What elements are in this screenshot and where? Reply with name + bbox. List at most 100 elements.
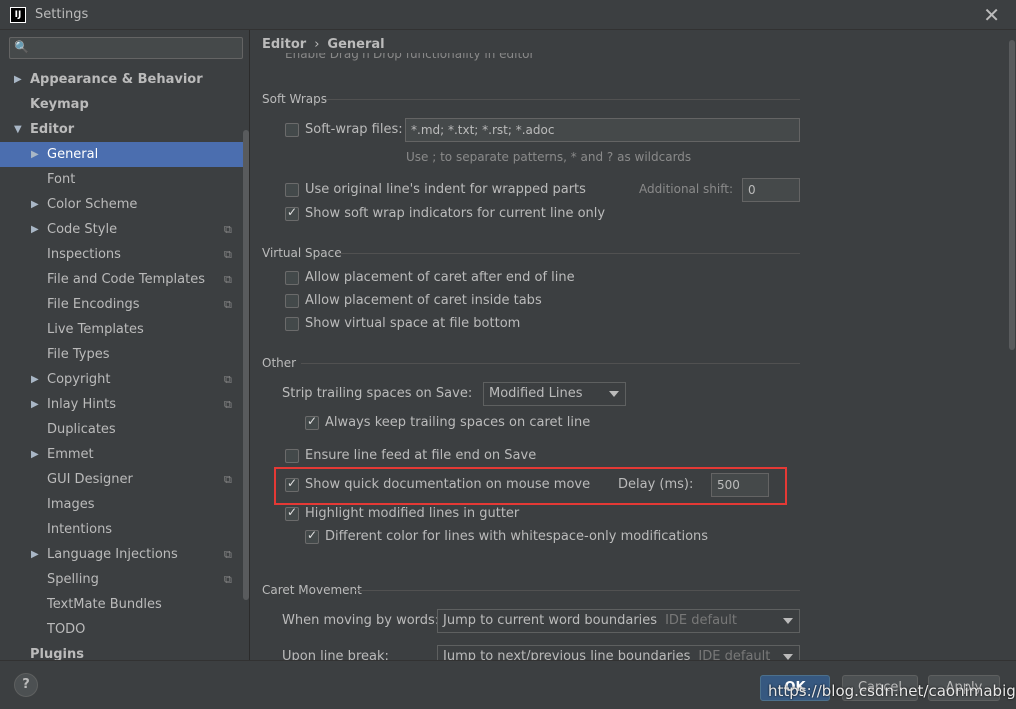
show-indicators-label: Show soft wrap indicators for current li… xyxy=(305,206,606,221)
sidebar-item-file-encodings[interactable]: File Encodings ⧉ xyxy=(0,292,249,317)
sidebar-item-inspections[interactable]: Inspections ⧉ xyxy=(0,242,249,267)
chevron-right-icon[interactable]: ▶ xyxy=(31,542,39,567)
sidebar-item-label: File and Code Templates xyxy=(47,272,205,287)
sidebar-item-images[interactable]: Images xyxy=(0,492,249,517)
chevron-right-icon[interactable]: ▶ xyxy=(31,392,39,417)
sidebar-item-keymap[interactable]: Keymap xyxy=(0,92,249,117)
line-feed-label: Ensure line feed at file end on Save xyxy=(305,448,537,463)
line-break-hint: IDE default xyxy=(698,649,771,660)
sidebar-item-copyright[interactable]: ▶ Copyright ⧉ xyxy=(0,367,249,392)
strip-trailing-label: Strip trailing spaces on Save: xyxy=(282,386,473,401)
delay-label: Delay (ms): xyxy=(618,477,694,492)
sidebar-item-label: GUI Designer xyxy=(47,472,133,487)
help-button[interactable]: ? xyxy=(14,673,38,697)
sidebar-item-label: Duplicates xyxy=(47,422,116,437)
sidebar-item-file-types[interactable]: File Types xyxy=(0,342,249,367)
sidebar-item-code-style[interactable]: ▶ Code Style ⧉ xyxy=(0,217,249,242)
soft-wrap-files-checkbox[interactable] xyxy=(285,123,299,137)
sidebar-item-label: Font xyxy=(47,172,76,187)
virtual-space-bottom-label: Show virtual space at file bottom xyxy=(305,316,521,331)
delay-input[interactable]: 500 xyxy=(711,473,769,497)
sidebar-item-general[interactable]: ▶ General xyxy=(0,142,249,167)
content-scrollbar[interactable] xyxy=(1009,40,1015,350)
sidebar-item-spelling[interactable]: Spelling ⧉ xyxy=(0,567,249,592)
sidebar-item-label: General xyxy=(47,147,99,162)
section-title-caret-movement: Caret Movement xyxy=(262,583,362,597)
soft-wrap-files-input[interactable]: *.md; *.txt; *.rst; *.adoc xyxy=(405,118,800,142)
sidebar-item-emmet[interactable]: ▶ Emmet xyxy=(0,442,249,467)
sidebar-item-gui-designer[interactable]: GUI Designer ⧉ xyxy=(0,467,249,492)
settings-content: Editor › General Enable Drag'n'Drop functi… xyxy=(251,30,1016,660)
sidebar-item-intentions[interactable]: Intentions xyxy=(0,517,249,542)
sidebar-item-language-injections[interactable]: ▶ Language Injections ⧉ xyxy=(0,542,249,567)
sidebar-item-textmate-bundles[interactable]: TextMate Bundles xyxy=(0,592,249,617)
moving-words-dropdown[interactable]: Jump to current word boundaries IDE defau… xyxy=(437,609,800,633)
sidebar-item-inlay-hints[interactable]: ▶ Inlay Hints ⧉ xyxy=(0,392,249,417)
section-title-virtual-space: Virtual Space xyxy=(262,246,342,260)
sidebar-item-file-and-code-templates[interactable]: File and Code Templates ⧉ xyxy=(0,267,249,292)
sidebar-item-label: Editor xyxy=(30,122,75,137)
close-icon[interactable]: ✕ xyxy=(983,3,1000,27)
show-indicators-checkbox[interactable] xyxy=(285,205,299,221)
sidebar-item-appearance-behavior[interactable]: ▶ Appearance & Behavior xyxy=(0,67,249,92)
original-indent-checkbox[interactable] xyxy=(285,183,299,197)
chevron-down-icon[interactable]: ▼ xyxy=(14,117,22,142)
highlight-modified-checkbox[interactable] xyxy=(285,505,299,521)
search-field[interactable]: 🔍 xyxy=(9,37,243,59)
sidebar-item-label: TextMate Bundles xyxy=(47,597,162,612)
sidebar-item-label: Keymap xyxy=(30,97,89,112)
additional-shift-label: Additional shift: xyxy=(639,182,734,196)
additional-shift-input[interactable]: 0 xyxy=(742,178,800,202)
caret-after-end-label: Allow placement of caret after end of li… xyxy=(305,270,575,285)
strip-trailing-value: Modified Lines xyxy=(489,386,583,401)
strip-trailing-dropdown[interactable]: Modified Lines xyxy=(483,382,626,406)
sidebar-item-label: Inspections xyxy=(47,247,121,262)
chevron-right-icon[interactable]: ▶ xyxy=(31,442,39,467)
sidebar-item-plugins[interactable]: Plugins xyxy=(0,642,249,660)
intellij-logo-icon: IJ xyxy=(10,7,26,23)
keep-trailing-label: Always keep trailing spaces on caret lin… xyxy=(325,415,591,430)
sidebar-item-label: Spelling xyxy=(47,572,99,587)
chevron-down-icon xyxy=(609,391,619,397)
line-break-label: Upon line break: xyxy=(282,649,389,660)
title-bar: IJ Settings ✕ xyxy=(0,0,1016,30)
sidebar-item-todo[interactable]: TODO xyxy=(0,617,249,642)
chevron-right-icon[interactable]: ▶ xyxy=(31,192,39,217)
quick-doc-checkbox[interactable] xyxy=(285,476,299,492)
caret-inside-tabs-checkbox[interactable] xyxy=(285,294,299,308)
virtual-space-bottom-checkbox[interactable] xyxy=(285,317,299,331)
sidebar-item-color-scheme[interactable]: ▶ Color Scheme xyxy=(0,192,249,217)
moving-words-value: Jump to current word boundaries xyxy=(443,613,658,628)
chevron-right-icon[interactable]: ▶ xyxy=(31,367,39,392)
chevron-right-icon[interactable]: ▶ xyxy=(31,142,39,167)
keep-trailing-checkbox[interactable] xyxy=(305,414,319,430)
sidebar-scrollbar[interactable] xyxy=(243,130,249,600)
breadcrumb-current: General xyxy=(327,37,385,52)
caret-inside-tabs-label: Allow placement of caret inside tabs xyxy=(305,293,542,308)
caret-after-end-checkbox[interactable] xyxy=(285,271,299,285)
sidebar-item-label: Code Style xyxy=(47,222,118,237)
dialog-footer: ? OK Cancel Apply https://blog.csdn.net/… xyxy=(0,660,1016,709)
project-scope-icon: ⧉ xyxy=(224,223,232,236)
breadcrumb-parent[interactable]: Editor xyxy=(262,37,306,52)
project-scope-icon: ⧉ xyxy=(224,473,232,486)
sidebar-item-live-templates[interactable]: Live Templates xyxy=(0,317,249,342)
chevron-right-icon[interactable]: ▶ xyxy=(31,217,39,242)
line-feed-checkbox[interactable] xyxy=(285,449,299,463)
section-divider xyxy=(326,99,800,100)
project-scope-icon: ⧉ xyxy=(224,398,232,411)
project-scope-icon: ⧉ xyxy=(224,298,232,311)
sidebar-item-font[interactable]: Font xyxy=(0,167,249,192)
project-scope-icon: ⧉ xyxy=(224,548,232,561)
project-scope-icon: ⧉ xyxy=(224,273,232,286)
sidebar-item-duplicates[interactable]: Duplicates xyxy=(0,417,249,442)
clipped-setting-row: Enable Drag'n'Drop functionality in edit… xyxy=(285,53,535,61)
breadcrumb-separator: › xyxy=(314,37,320,52)
sidebar-item-label: Emmet xyxy=(47,447,94,462)
chevron-right-icon[interactable]: ▶ xyxy=(14,67,22,92)
search-input[interactable] xyxy=(32,39,237,57)
different-color-checkbox[interactable] xyxy=(305,528,319,544)
sidebar-item-editor[interactable]: ▼ Editor xyxy=(0,117,249,142)
sidebar-item-label: Intentions xyxy=(47,522,113,537)
line-break-dropdown[interactable]: Jump to next/previous line boundaries IDE… xyxy=(437,645,800,660)
